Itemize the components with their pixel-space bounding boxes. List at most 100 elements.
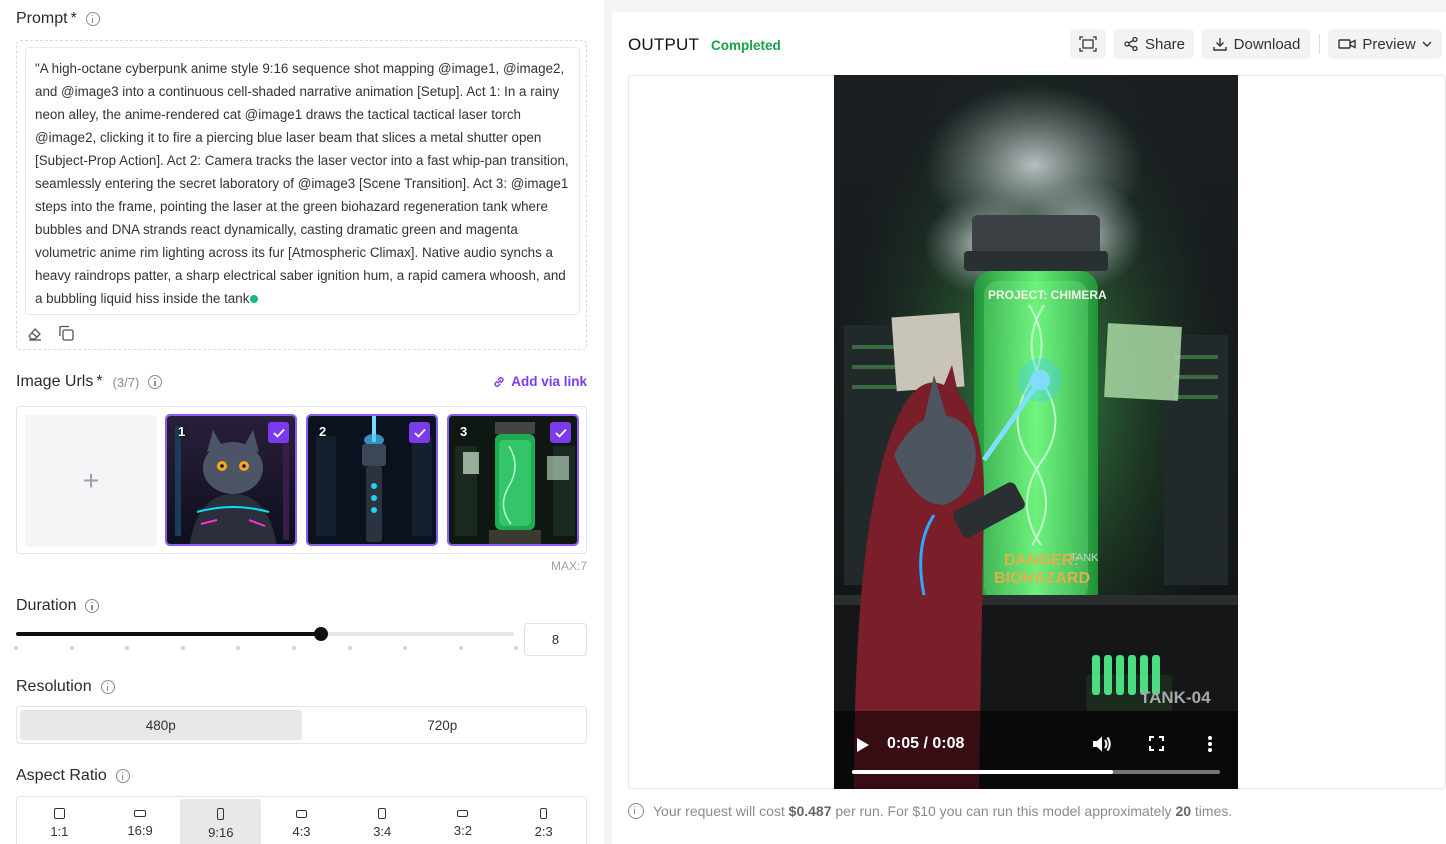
cost-times: 20 — [1175, 803, 1192, 819]
image-thumbnail-3[interactable]: 3 — [447, 414, 579, 546]
eraser-icon[interactable] — [26, 324, 44, 342]
biohazard-label: BIOHAZARD — [994, 570, 1090, 587]
landscape-icon — [134, 810, 147, 817]
cost-middle: per run. For $10 you can run this model … — [835, 803, 1172, 819]
aspect-option-label: 16:9 — [127, 823, 153, 838]
duration-slider[interactable] — [16, 627, 514, 641]
danger-label: DANGER: — [1004, 552, 1079, 569]
slider-tick — [514, 646, 519, 650]
checkbox[interactable] — [268, 422, 289, 443]
slider-tick — [403, 646, 408, 650]
landscape-icon — [457, 810, 469, 817]
portrait-icon — [217, 808, 225, 820]
add-via-link-button[interactable]: Add via link — [492, 374, 587, 389]
output-panel: OUTPUT Completed Share Download Preview — [612, 12, 1446, 844]
duration-input[interactable]: 8 — [524, 623, 587, 656]
resolution-option-480p[interactable]: 480p — [20, 710, 302, 740]
settings-panel: Prompt * "A high-octane cyberpunk anime s… — [0, 0, 604, 844]
aspect-ratio-label: Aspect Ratio — [16, 767, 107, 784]
share-icon — [1124, 36, 1138, 52]
duration-label: Duration — [16, 597, 77, 614]
upload-button[interactable]: + — [25, 415, 157, 547]
duration-label-row: Duration — [16, 597, 100, 615]
volume-icon[interactable] — [1092, 735, 1112, 753]
aspect-option-9-16[interactable]: 9:16 — [180, 799, 262, 844]
image-thumbnail-2[interactable]: 2 — [306, 414, 438, 546]
aspect-option-label: 2:3 — [534, 824, 553, 839]
aspect-option-3-2[interactable]: 3:2 — [423, 799, 504, 844]
image-urls-label-row: Image Urls * (3/7) — [16, 373, 163, 391]
video-player[interactable]: PROJECT: CHIMERA DANGER: BIOHAZARD TANK … — [834, 75, 1238, 789]
aspect-option-1-1[interactable]: 1:1 — [19, 799, 100, 844]
image-number: 1 — [178, 424, 186, 439]
slider-tick — [347, 646, 352, 650]
aspect-option-16-9[interactable]: 16:9 — [100, 799, 181, 844]
aspect-option-3-4[interactable]: 3:4 — [342, 799, 423, 844]
image-number: 2 — [319, 424, 327, 439]
check-icon — [554, 428, 567, 438]
resolution-label-row: Resolution — [16, 678, 115, 696]
link-icon — [494, 376, 504, 387]
slider-tick — [292, 646, 296, 650]
download-icon — [1212, 38, 1227, 51]
image-count: (3/7) — [112, 374, 140, 390]
required-mark: * — [70, 10, 77, 27]
checkbox[interactable] — [550, 422, 571, 443]
aspect-ratio-selector: 1:1 16:9 9:16 4:3 3:4 3:2 2:3 — [16, 796, 587, 844]
play-icon[interactable] — [856, 737, 870, 753]
aspect-option-2-3[interactable]: 2:3 — [503, 799, 584, 844]
status-badge: Completed — [711, 38, 781, 53]
cost-amount: $0.487 — [788, 803, 832, 819]
download-button[interactable]: Download — [1202, 29, 1310, 59]
slider-tick — [69, 646, 74, 650]
landscape-icon — [296, 810, 308, 818]
check-icon — [413, 428, 426, 438]
info-icon — [628, 803, 644, 819]
video-camera-icon — [1338, 39, 1357, 49]
copy-icon[interactable] — [57, 324, 75, 342]
preview-label: Preview — [1362, 35, 1416, 53]
prompt-textarea[interactable]: "A high-octane cyberpunk anime style 9:1… — [25, 47, 580, 315]
slider-tick — [236, 646, 241, 650]
required-mark: * — [96, 373, 103, 390]
download-label: Download — [1233, 35, 1301, 53]
aspect-ratio-label-row: Aspect Ratio — [16, 767, 130, 785]
add-via-link-label: Add via link — [511, 374, 587, 389]
image-list: + 1 2 3 — [16, 406, 587, 554]
expand-icon — [1079, 36, 1097, 52]
info-icon[interactable] — [148, 375, 163, 389]
video-progress-bar[interactable] — [852, 770, 1220, 774]
aspect-option-label: 9:16 — [208, 825, 234, 840]
checkbox[interactable] — [409, 422, 430, 443]
aspect-option-label: 3:2 — [453, 823, 472, 838]
max-images-label: MAX:7 — [550, 559, 587, 573]
cost-suffix: times. — [1194, 803, 1233, 819]
slider-handle[interactable] — [314, 627, 328, 641]
tank-small-label: TANK — [1070, 552, 1099, 564]
chevron-down-icon — [1422, 41, 1432, 47]
more-options-icon[interactable] — [1207, 735, 1213, 753]
project-label: PROJECT: CHIMERA — [988, 288, 1107, 302]
prompt-label-row: Prompt * — [16, 10, 100, 28]
portrait-icon — [378, 808, 387, 819]
aspect-option-label: 1:1 — [50, 824, 69, 839]
cost-prefix: Your request will cost — [653, 803, 785, 819]
info-icon[interactable] — [115, 769, 130, 783]
fullscreen-button[interactable] — [1070, 29, 1106, 59]
share-button[interactable]: Share — [1114, 29, 1194, 59]
image-thumbnail-1[interactable]: 1 — [165, 414, 297, 546]
share-label: Share — [1144, 35, 1186, 53]
resolution-option-720p[interactable]: 720p — [302, 710, 584, 740]
aspect-option-4-3[interactable]: 4:3 — [261, 799, 342, 844]
info-icon[interactable] — [85, 599, 100, 613]
slider-tick — [125, 646, 130, 650]
video-time: 0:05 / 0:08 — [887, 735, 965, 752]
fullscreen-icon[interactable] — [1149, 736, 1164, 751]
resolution-selector: 480p 720p — [16, 706, 587, 744]
info-icon[interactable] — [85, 12, 100, 26]
status-dot — [250, 295, 259, 303]
video-frame-image: PROJECT: CHIMERA DANGER: BIOHAZARD TANK … — [834, 75, 1238, 789]
output-title: OUTPUT — [628, 35, 700, 54]
info-icon[interactable] — [100, 680, 115, 694]
preview-dropdown[interactable]: Preview — [1328, 29, 1442, 59]
